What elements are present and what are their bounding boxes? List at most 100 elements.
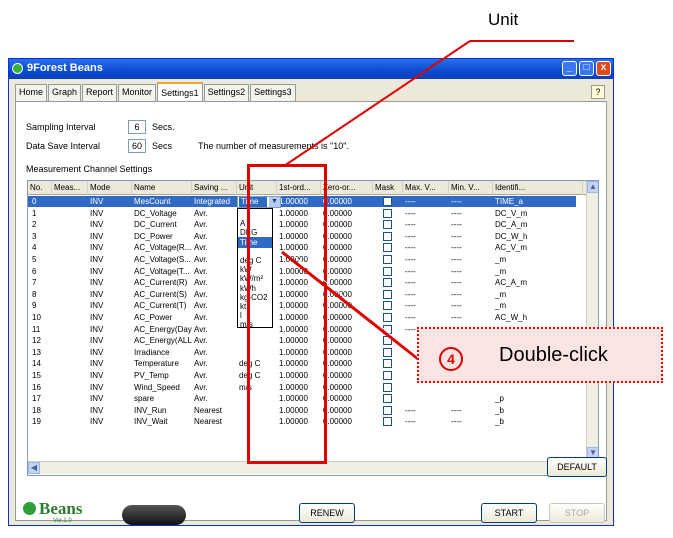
col-header-identifier[interactable]: Identifi... [493, 181, 583, 195]
mask-checkbox[interactable] [383, 197, 392, 206]
cell-mode[interactable]: INV [88, 358, 132, 369]
cell-saving[interactable]: Avr. [192, 347, 237, 358]
cell-saving[interactable]: Avr. [192, 312, 237, 323]
cell-id[interactable]: _p [493, 393, 583, 404]
cell-saving[interactable]: Avr. [192, 266, 237, 277]
cell-no[interactable]: 12 [30, 335, 52, 346]
cell-name[interactable]: Wind_Speed [132, 382, 192, 393]
cell-zero[interactable]: 0.00000 [321, 382, 373, 393]
cell-id[interactable]: AC_A_m [493, 277, 583, 288]
sampling-interval-input[interactable]: 6 [128, 120, 146, 134]
cell-zero[interactable]: 0.00000 [321, 300, 373, 311]
cell-no[interactable]: 1 [30, 208, 52, 219]
cell-saving[interactable]: Avr. [192, 208, 237, 219]
cell-no[interactable]: 6 [30, 266, 52, 277]
cell-name[interactable]: AC_Current(R) [132, 277, 192, 288]
cell-no[interactable]: 11 [30, 324, 52, 335]
cell-zero[interactable]: 0.00000 [321, 277, 373, 288]
cell-saving[interactable]: Avr. [192, 254, 237, 265]
cell-min[interactable]: ---- [449, 312, 493, 323]
col-header-zero-order[interactable]: Zero-or... [321, 181, 373, 195]
mask-checkbox[interactable] [383, 394, 392, 404]
cell-id[interactable]: _m [493, 254, 583, 265]
title-bar[interactable]: 9Forest Beans _ □ x [9, 59, 613, 79]
cell-zero[interactable]: 0.00000 [321, 266, 373, 277]
cell-min[interactable] [449, 382, 493, 393]
tab-settings1[interactable]: Settings1 [157, 82, 203, 101]
cell-max[interactable] [403, 393, 449, 404]
tab-report[interactable]: Report [82, 84, 118, 101]
cell-no[interactable]: 14 [30, 358, 52, 369]
cell-zero[interactable]: 0.00000 [321, 335, 373, 346]
mask-checkbox[interactable] [383, 301, 392, 311]
mask-checkbox[interactable] [383, 359, 392, 369]
cell-zero[interactable]: 0.00000 [321, 324, 373, 335]
cell-name[interactable]: AC_Power [132, 312, 192, 323]
cell-name[interactable]: DC_Power [132, 231, 192, 242]
cell-min[interactable]: ---- [449, 242, 493, 253]
cell-no[interactable]: 16 [30, 382, 52, 393]
scroll-up-icon[interactable]: ▲ [587, 181, 598, 193]
cell-name[interactable]: AC_Energy(Day) [132, 324, 192, 335]
cell-saving[interactable]: Avr. [192, 300, 237, 311]
cell-min[interactable]: ---- [449, 254, 493, 265]
cell-max[interactable]: ---- [403, 231, 449, 242]
tab-settings3[interactable]: Settings3 [250, 84, 296, 101]
cell-name[interactable]: AC_Current(S) [132, 289, 192, 300]
col-header-min[interactable]: Min. V... [449, 181, 493, 195]
cell-mode[interactable]: INV [88, 196, 132, 207]
cell-saving[interactable]: Avr. [192, 358, 237, 369]
cell-id[interactable]: DC_V_m [493, 208, 583, 219]
cell-mode[interactable]: INV [88, 335, 132, 346]
cell-no[interactable]: 5 [30, 254, 52, 265]
tab-graph[interactable]: Graph [48, 84, 82, 101]
cell-id[interactable]: _b [493, 405, 583, 416]
tab-settings2[interactable]: Settings2 [203, 84, 250, 101]
minimize-button[interactable]: _ [562, 61, 577, 76]
cell-max[interactable]: ---- [403, 300, 449, 311]
cell-no[interactable]: 15 [30, 370, 52, 381]
cell-min[interactable]: ---- [449, 231, 493, 242]
cell-saving[interactable]: Avr. [192, 382, 237, 393]
cell-no[interactable]: 3 [30, 231, 52, 242]
cell-id[interactable]: _b [493, 416, 583, 427]
cell-name[interactable]: DC_Current [132, 219, 192, 230]
cell-no[interactable]: 18 [30, 405, 52, 416]
cell-mode[interactable]: INV [88, 266, 132, 277]
cell-zero[interactable]: 0.00000 [321, 208, 373, 219]
cell-max[interactable]: ---- [403, 405, 449, 416]
cell-id[interactable]: AC_V_m [493, 242, 583, 253]
mask-checkbox[interactable] [383, 278, 392, 288]
cell-min[interactable]: ---- [449, 266, 493, 277]
mask-checkbox[interactable] [383, 417, 392, 427]
cell-id[interactable]: _m [493, 289, 583, 300]
cell-saving[interactable]: Nearest [192, 405, 237, 416]
cell-id[interactable]: AC_W_h [493, 312, 583, 323]
cell-mode[interactable]: INV [88, 289, 132, 300]
cell-mode[interactable]: INV [88, 393, 132, 404]
cell-max[interactable]: ---- [403, 208, 449, 219]
cell-zero[interactable]: 0.00000 [321, 254, 373, 265]
cell-name[interactable]: Irradiance [132, 347, 192, 358]
cell-mode[interactable]: INV [88, 219, 132, 230]
cell-no[interactable]: 0 [30, 196, 52, 207]
cell-mode[interactable]: INV [88, 370, 132, 381]
cell-max[interactable]: ---- [403, 312, 449, 323]
mask-checkbox[interactable] [383, 336, 392, 346]
cell-mode[interactable]: INV [88, 312, 132, 323]
cell-no[interactable]: 7 [30, 277, 52, 288]
cell-name[interactable]: AC_Voltage(R... [132, 242, 192, 253]
cell-mode[interactable]: INV [88, 405, 132, 416]
cell-zero[interactable]: 0.00000 [321, 242, 373, 253]
renew-button[interactable]: RENEW [299, 503, 355, 523]
cell-name[interactable]: AC_Voltage(T... [132, 266, 192, 277]
cell-mode[interactable]: INV [88, 324, 132, 335]
cell-max[interactable]: ---- [403, 289, 449, 300]
cell-saving[interactable]: Nearest [192, 416, 237, 427]
cell-name[interactable]: AC_Current(T) [132, 300, 192, 311]
mask-checkbox[interactable] [383, 382, 392, 392]
cell-mode[interactable]: INV [88, 208, 132, 219]
cell-id[interactable]: DC_W_h [493, 231, 583, 242]
col-header-mode[interactable]: Mode [88, 181, 132, 195]
cell-zero[interactable]: 0.00000 [321, 405, 373, 416]
